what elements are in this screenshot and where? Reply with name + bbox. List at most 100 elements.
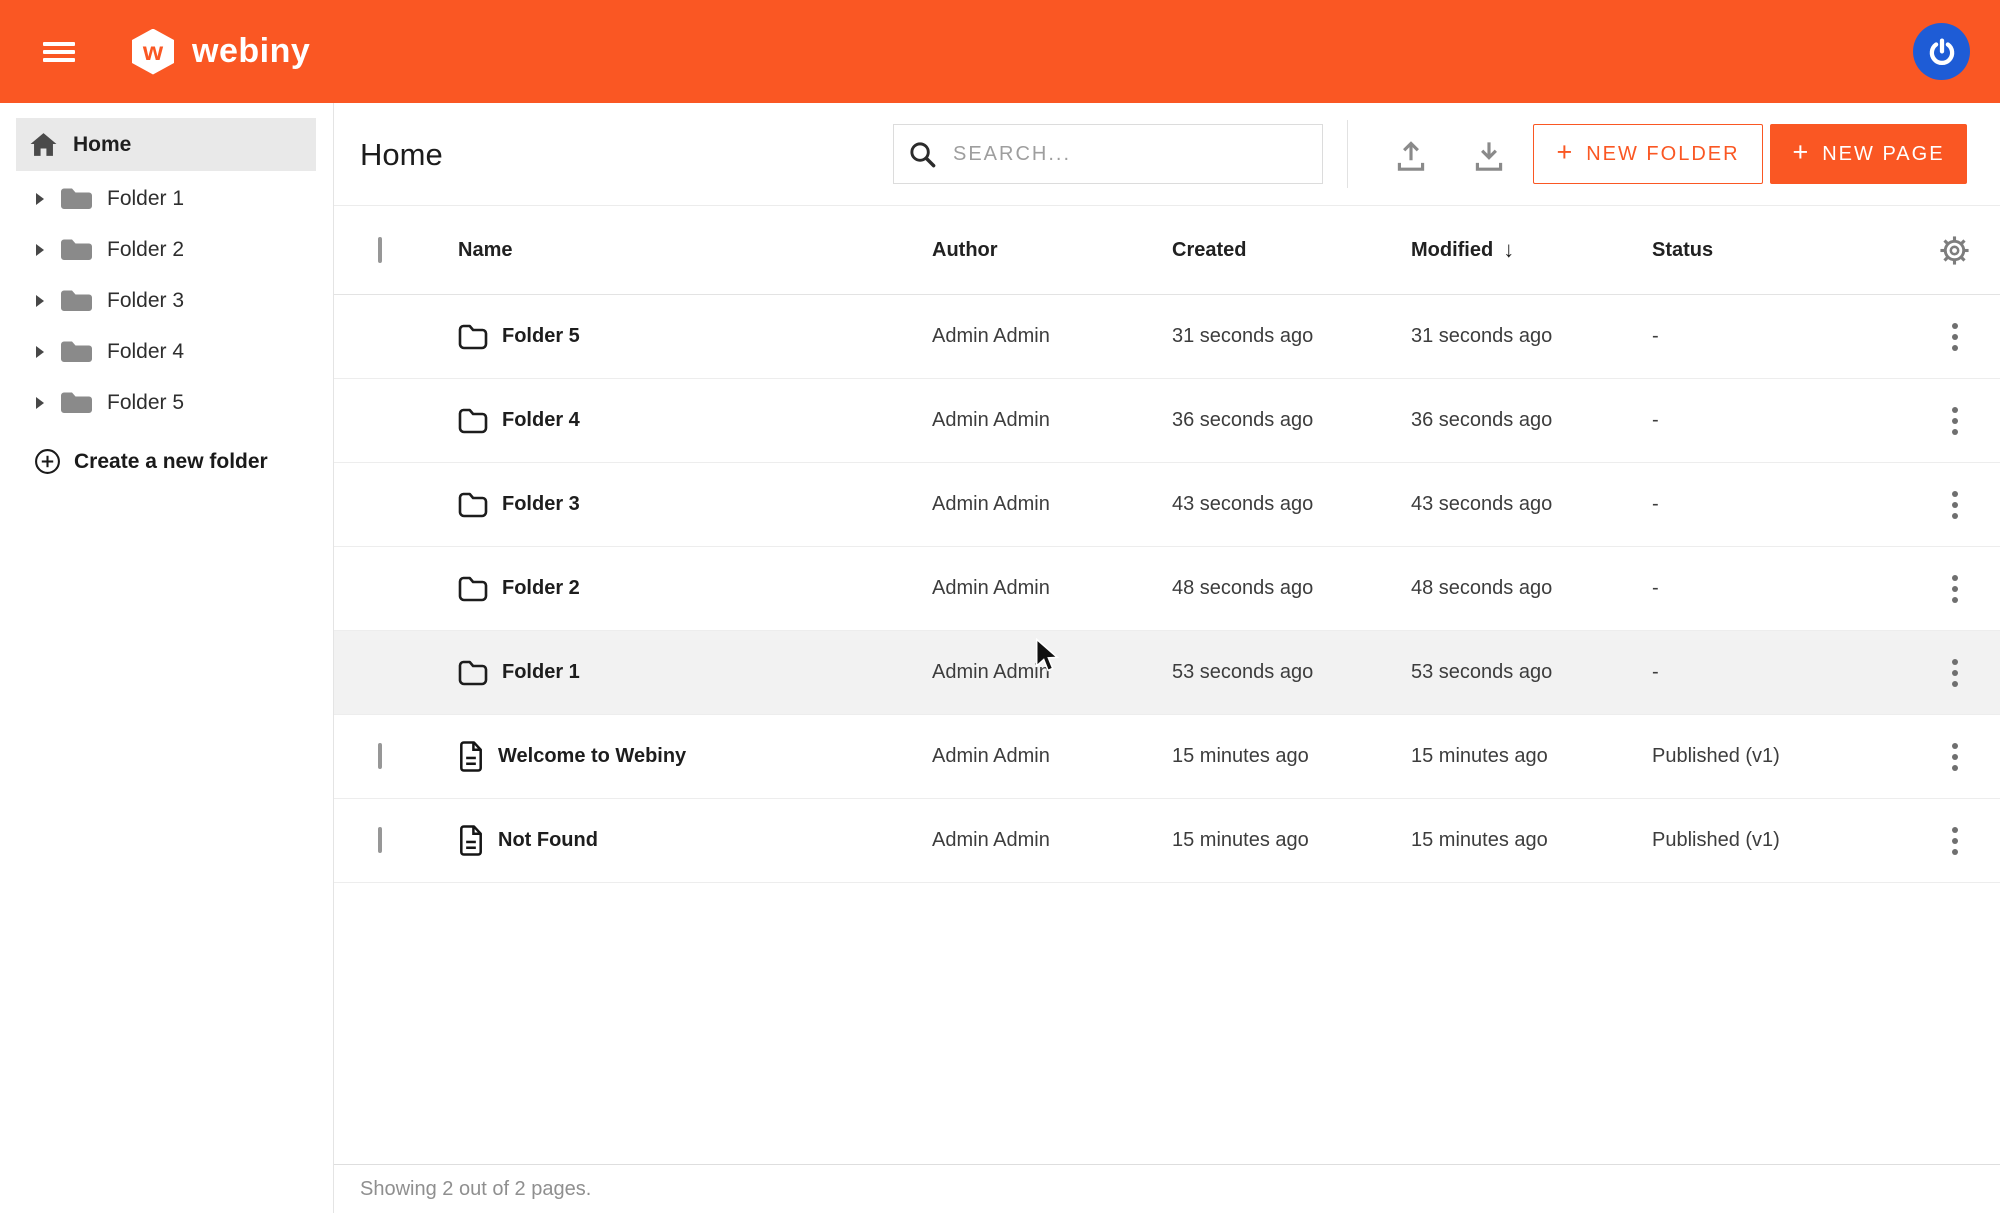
row-modified: 36 seconds ago — [1411, 409, 1652, 432]
new-folder-button[interactable]: + NEW FOLDER — [1533, 124, 1763, 184]
kebab-menu-icon[interactable] — [1946, 401, 1964, 441]
kebab-menu-icon[interactable] — [1946, 569, 1964, 609]
new-page-label: NEW PAGE — [1822, 143, 1944, 166]
row-created: 15 minutes ago — [1172, 829, 1411, 852]
row-status: Published (v1) — [1652, 829, 1909, 852]
row-created: 43 seconds ago — [1172, 493, 1411, 516]
sidebar-folder-label: Folder 4 — [107, 340, 184, 364]
caret-right-icon[interactable] — [36, 397, 44, 409]
import-upload-button[interactable] — [1390, 134, 1432, 176]
row-modified: 48 seconds ago — [1411, 577, 1652, 600]
column-header-status: Status — [1652, 239, 1909, 262]
webiny-logo: w webiny — [132, 29, 310, 75]
row-author: Admin Admin — [932, 661, 1172, 684]
row-status: - — [1652, 493, 1909, 516]
row-name: Folder 3 — [502, 493, 580, 516]
sidebar-folder-label: Folder 5 — [107, 391, 184, 415]
brand-wordmark: webiny — [192, 32, 310, 71]
folder-icon — [60, 288, 93, 314]
sidebar-item-folder-2[interactable]: Folder 2 — [0, 224, 333, 275]
row-name: Folder 5 — [502, 325, 580, 348]
row-author: Admin Admin — [932, 409, 1172, 432]
caret-right-icon[interactable] — [36, 193, 44, 205]
plus-icon: + — [1556, 137, 1574, 168]
row-created: 53 seconds ago — [1172, 661, 1411, 684]
row-checkbox[interactable] — [378, 743, 382, 769]
row-name: Folder 1 — [502, 661, 580, 684]
page-icon — [458, 825, 484, 856]
home-icon — [30, 132, 57, 157]
circle-plus-icon — [34, 448, 61, 475]
table-row[interactable]: Folder 3 Admin Admin 43 seconds ago 43 s… — [334, 463, 2000, 547]
folder-icon — [458, 660, 488, 686]
search-box — [893, 124, 1323, 184]
folder-icon — [458, 408, 488, 434]
row-name: Welcome to Webiny — [498, 745, 686, 768]
row-author: Admin Admin — [932, 577, 1172, 600]
table-row[interactable]: Folder 1 Admin Admin 53 seconds ago 53 s… — [334, 631, 2000, 715]
row-created: 15 minutes ago — [1172, 745, 1411, 768]
folder-icon — [458, 324, 488, 350]
sidebar-folder-label: Folder 2 — [107, 238, 184, 262]
sidebar-folder-list: Folder 1 Folder 2 Folder 3 — [0, 173, 333, 428]
table-row[interactable]: Not Found Admin Admin 15 minutes ago 15 … — [334, 799, 2000, 883]
row-modified: 15 minutes ago — [1411, 829, 1652, 852]
table-row[interactable]: Folder 4 Admin Admin 36 seconds ago 36 s… — [334, 379, 2000, 463]
folder-icon — [60, 237, 93, 263]
download-icon — [1469, 135, 1509, 175]
upload-icon — [1391, 135, 1431, 175]
modified-label: Modified — [1411, 239, 1493, 262]
folder-tree-sidebar: Home Folder 1 Folder 2 — [0, 103, 334, 1213]
gear-icon[interactable] — [1938, 234, 1971, 267]
caret-right-icon[interactable] — [36, 346, 44, 358]
row-modified: 43 seconds ago — [1411, 493, 1652, 516]
caret-right-icon[interactable] — [36, 295, 44, 307]
results-summary: Showing 2 out of 2 pages. — [334, 1164, 2000, 1213]
row-checkbox[interactable] — [378, 827, 382, 853]
row-author: Admin Admin — [932, 325, 1172, 348]
kebab-menu-icon[interactable] — [1946, 485, 1964, 525]
row-status: - — [1652, 577, 1909, 600]
sidebar-item-folder-1[interactable]: Folder 1 — [0, 173, 333, 224]
folder-icon — [458, 492, 488, 518]
new-folder-label: NEW FOLDER — [1586, 143, 1739, 166]
kebab-menu-icon[interactable] — [1946, 821, 1964, 861]
kebab-menu-icon[interactable] — [1946, 653, 1964, 693]
column-header-modified[interactable]: Modified ↓ — [1411, 237, 1652, 263]
page-title: Home — [360, 137, 443, 173]
sidebar-item-home[interactable]: Home — [16, 118, 316, 171]
sidebar-home-label: Home — [73, 133, 131, 157]
folder-icon — [458, 576, 488, 602]
create-new-folder-button[interactable]: Create a new folder — [0, 448, 333, 475]
row-status: - — [1652, 325, 1909, 348]
table-row[interactable]: Folder 5 Admin Admin 31 seconds ago 31 s… — [334, 295, 2000, 379]
sidebar-item-folder-4[interactable]: Folder 4 — [0, 326, 333, 377]
folder-icon — [60, 339, 93, 365]
row-modified: 15 minutes ago — [1411, 745, 1652, 768]
power-avatar-icon — [1926, 36, 1958, 68]
row-author: Admin Admin — [932, 829, 1172, 852]
row-name: Folder 4 — [502, 409, 580, 432]
webiny-hexagon-icon: w — [132, 29, 174, 75]
sidebar-item-folder-5[interactable]: Folder 5 — [0, 377, 333, 428]
table-row[interactable]: Folder 2 Admin Admin 48 seconds ago 48 s… — [334, 547, 2000, 631]
export-download-button[interactable] — [1468, 134, 1510, 176]
select-all-checkbox[interactable] — [378, 237, 382, 263]
kebab-menu-icon[interactable] — [1946, 317, 1964, 357]
search-input[interactable] — [951, 142, 1285, 167]
sidebar-folder-label: Folder 3 — [107, 289, 184, 313]
new-page-button[interactable]: + NEW PAGE — [1770, 124, 1967, 184]
caret-right-icon[interactable] — [36, 244, 44, 256]
table-row[interactable]: Welcome to Webiny Admin Admin 15 minutes… — [334, 715, 2000, 799]
user-avatar[interactable] — [1913, 23, 1970, 80]
row-modified: 31 seconds ago — [1411, 325, 1652, 348]
column-header-author: Author — [932, 239, 1172, 262]
hamburger-menu-icon[interactable] — [43, 42, 75, 62]
column-header-created: Created — [1172, 239, 1411, 262]
sort-down-arrow: ↓ — [1503, 237, 1514, 263]
sidebar-item-folder-3[interactable]: Folder 3 — [0, 275, 333, 326]
results-summary-text: Showing 2 out of 2 pages. — [360, 1178, 591, 1201]
search-icon — [908, 140, 937, 169]
folder-icon — [60, 186, 93, 212]
kebab-menu-icon[interactable] — [1946, 737, 1964, 777]
